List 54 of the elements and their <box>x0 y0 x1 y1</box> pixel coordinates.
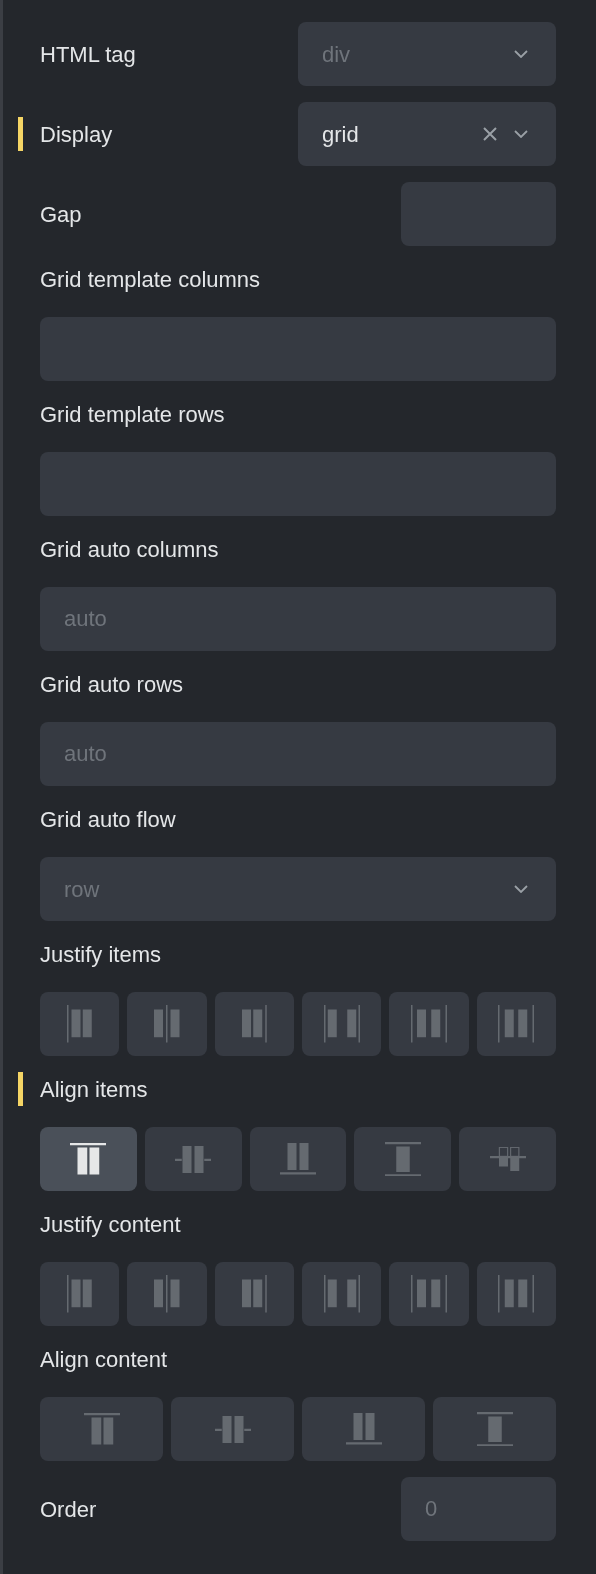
justify-end-icon <box>241 1005 267 1043</box>
chevron-down-icon <box>514 50 528 58</box>
text-input[interactable]: auto <box>40 722 556 786</box>
align-end-icon <box>280 1143 316 1175</box>
field-label: HTML tag <box>40 40 136 69</box>
align-start-icon <box>70 1143 107 1175</box>
field-label: Grid auto flow <box>40 805 176 834</box>
justify-between-icon <box>323 1005 360 1043</box>
field-label: Justify items <box>40 940 162 969</box>
field-label: Grid template rows <box>40 400 225 429</box>
select-field[interactable]: grid <box>298 102 556 166</box>
align-end-icon <box>345 1413 382 1445</box>
layout-option-button[interactable] <box>214 992 294 1056</box>
layout-option-button[interactable] <box>40 992 120 1056</box>
text-input[interactable]: auto <box>40 587 556 651</box>
field-label: Order <box>40 1495 97 1524</box>
justify-around-icon <box>410 1275 447 1313</box>
field-label: Grid template columns <box>40 265 261 294</box>
chevron-down-icon <box>514 130 528 138</box>
justify-center-icon <box>154 1005 180 1043</box>
layout-option-button[interactable] <box>249 1127 347 1191</box>
layout-option-button[interactable] <box>214 1262 294 1326</box>
field-label: Align content <box>40 1345 168 1374</box>
align-center-icon <box>175 1145 212 1173</box>
field-label: Grid auto rows <box>40 670 184 699</box>
layout-option-button[interactable] <box>302 1262 382 1326</box>
justify-end-icon <box>241 1275 267 1313</box>
layout-option-button[interactable] <box>476 992 556 1056</box>
field-label: Display <box>40 120 113 149</box>
align-stretch-icon <box>384 1141 421 1177</box>
justify-evenly-icon <box>498 1275 535 1313</box>
justify-start-icon <box>67 1005 93 1043</box>
select-field[interactable]: div <box>298 22 556 86</box>
layout-option-button[interactable] <box>476 1262 556 1326</box>
field-label: Gap <box>40 200 82 229</box>
field-label: Grid auto columns <box>40 535 219 564</box>
justify-between-icon <box>323 1275 360 1313</box>
align-baseline-icon <box>489 1147 526 1171</box>
close-icon[interactable] <box>482 126 498 142</box>
text-input[interactable]: 0 <box>401 1477 556 1541</box>
chevron-down-icon <box>514 885 528 893</box>
field-label: Align items <box>40 1075 148 1104</box>
justify-center-icon <box>154 1275 180 1313</box>
align-center-icon <box>214 1415 251 1443</box>
select-field[interactable]: row <box>40 857 556 921</box>
layout-option-button[interactable] <box>40 1262 120 1326</box>
justify-evenly-icon <box>498 1005 535 1043</box>
justify-around-icon <box>410 1005 447 1043</box>
layout-option-button[interactable] <box>40 1127 137 1191</box>
justify-start-icon <box>67 1275 93 1313</box>
align-start-icon <box>83 1413 120 1445</box>
field-label: Justify content <box>40 1210 181 1239</box>
align-stretch-icon <box>476 1411 513 1447</box>
layout-option-button[interactable] <box>302 992 382 1056</box>
